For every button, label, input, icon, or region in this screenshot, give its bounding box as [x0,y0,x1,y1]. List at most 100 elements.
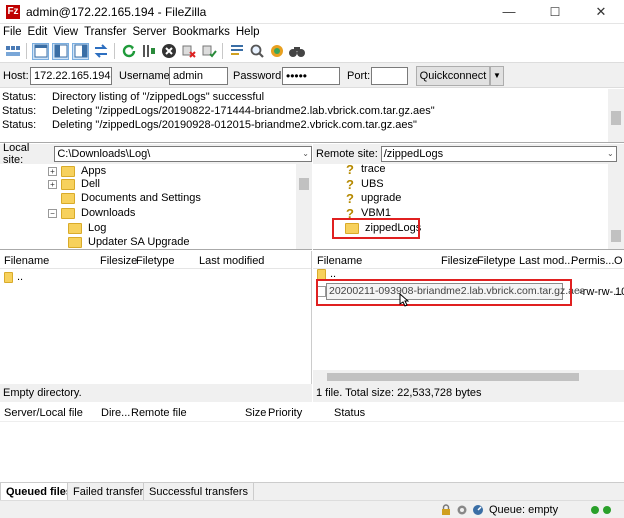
col-filesize[interactable]: Filesize [441,253,478,269]
filezilla-app-icon: Fz [6,5,20,19]
settings-icon [457,505,467,515]
toggle-remote-tree-icon[interactable] [72,42,89,60]
col-filesize[interactable]: Filesize [100,253,137,269]
directory-filter-icon[interactable] [228,43,245,60]
folder-icon [61,166,75,177]
tree-item-updater[interactable]: Updater SA Upgrade [68,235,190,250]
col-last-modified[interactable]: Last modified [199,253,264,269]
message-log: Status: Directory listing of "/zippedLogs… [0,89,624,143]
tree-item-upgrade[interactable]: ? upgrade [343,191,401,206]
local-list-header: Filename Filesize Filetype Last modified [0,251,311,269]
menu-edit[interactable]: Edit [25,24,51,40]
toggle-log-icon[interactable] [32,42,49,60]
title-bar: Fz admin@172.22.165.194 - FileZilla — ☐ … [0,0,624,24]
remote-list-header: Filename Filesize Filetype Last mod... P… [313,251,624,269]
search-remote-icon[interactable] [288,43,305,60]
port-input[interactable] [371,67,408,85]
question-mark-icon: ? [346,191,354,206]
local-file-list: Filename Filesize Filetype Last modified… [0,251,312,384]
upload-indicator-icon [591,506,599,514]
tab-successful-transfers[interactable]: Successful transfers [143,483,255,501]
folder-icon [61,179,75,190]
toggle-local-tree-icon[interactable] [52,42,69,60]
close-button[interactable]: ✕ [578,0,624,24]
tree-item-trace[interactable]: ? trace [343,162,385,177]
local-site-bar: Local site: C:\Downloads\Log\ ⌄ [0,142,312,166]
minimize-button[interactable]: — [486,0,532,24]
col-direction[interactable]: Dire... [101,405,130,421]
tree-item-log[interactable]: Log [68,221,106,236]
col-remote-file[interactable]: Remote file [131,405,187,421]
folder-icon [4,272,13,283]
col-filetype[interactable]: Filetype [136,253,175,269]
local-status: Empty directory. [0,384,312,402]
local-tree: + Apps + Dell Documents and Settings − Down… [0,164,312,250]
tree-item-downloads[interactable]: − Downloads [48,206,135,221]
list-item-parent[interactable]: .. [4,270,23,285]
toggle-queue-icon[interactable] [92,43,109,60]
lock-icon [442,504,450,515]
quickconnect-dropdown-icon[interactable]: ▼ [490,66,504,86]
folder-icon [68,223,82,234]
col-last-modified[interactable]: Last mod... [519,253,573,269]
col-priority[interactable]: Priority [268,405,302,421]
chevron-down-icon: ⌄ [607,149,614,158]
local-site-label: Local site: [3,142,30,166]
local-path-input[interactable]: C:\Downloads\Log\ ⌄ [54,146,312,162]
maximize-button[interactable]: ☐ [532,0,578,24]
remote-path-input[interactable]: /zippedLogs ⌄ [380,146,617,162]
menu-transfer[interactable]: Transfer [81,24,129,40]
question-mark-icon: ? [346,177,354,192]
site-manager-icon[interactable] [4,43,21,60]
compare-directories-icon[interactable] [248,43,265,60]
col-permissions[interactable]: Permis... [571,253,614,269]
menu-view[interactable]: View [50,24,81,40]
remote-tree-scrollbar[interactable] [608,164,624,249]
tree-item-ubs[interactable]: ? UBS [343,177,384,192]
cancel-operation-icon[interactable] [160,43,177,60]
tree-item-documents[interactable]: Documents and Settings [48,191,201,206]
folder-icon [61,208,75,219]
question-mark-icon: ? [346,162,354,177]
toolbar [0,40,624,62]
local-tree-scrollbar[interactable] [296,164,312,249]
remote-list-hscrollbar[interactable] [313,370,624,384]
menu-bookmarks[interactable]: Bookmarks [169,24,233,40]
folder-icon [68,237,82,248]
menu-file[interactable]: File [0,24,25,40]
col-size[interactable]: Size [245,405,266,421]
username-input[interactable]: admin [169,67,228,85]
disconnect-icon[interactable] [180,43,197,60]
col-owner[interactable]: O [614,253,623,269]
col-status[interactable]: Status [334,405,365,421]
file-owner: 10 [615,286,624,298]
reconnect-icon[interactable] [200,43,217,60]
menu-bar: File Edit View Transfer Server Bookmarks Help [0,24,624,40]
menu-help[interactable]: Help [233,24,263,40]
col-filename[interactable]: Filename [4,253,49,269]
mouse-cursor-icon [399,293,409,307]
host-input[interactable]: 172.22.165.194 [30,67,112,85]
synchronized-browsing-icon[interactable] [268,43,285,60]
process-queue-icon[interactable] [140,43,157,60]
refresh-icon[interactable] [120,43,137,60]
password-input[interactable]: ••••• [282,67,340,85]
log-scrollbar[interactable] [608,89,624,142]
tab-failed-transfers[interactable]: Failed transfers [67,483,155,501]
remote-tree: ? trace ? UBS ? upgrade ? VBM1 zippedLogs [313,162,624,250]
menu-server[interactable]: Server [129,24,169,40]
quickconnect-bar: Host: 172.22.165.194 Username: admin Pas… [0,62,624,88]
folder-icon [61,193,75,204]
remote-site-bar: Remote site: /zippedLogs ⌄ [313,144,624,164]
password-label: Password: [233,70,285,82]
col-filetype[interactable]: Filetype [477,253,516,269]
username-label: Username: [119,70,173,82]
col-server-local-file[interactable]: Server/Local file [4,405,83,421]
host-label: Host: [3,70,29,82]
status-bar: Queue: empty [0,500,624,518]
tree-item-dell[interactable]: + Dell [48,177,100,192]
queue-header: Server/Local file Dire... Remote file Si… [0,404,624,422]
highlight-box [316,279,572,306]
quickconnect-button[interactable]: Quickconnect [416,66,490,86]
log-row: Status: Deleting "/zippedLogs/20190928-01… [2,119,417,131]
